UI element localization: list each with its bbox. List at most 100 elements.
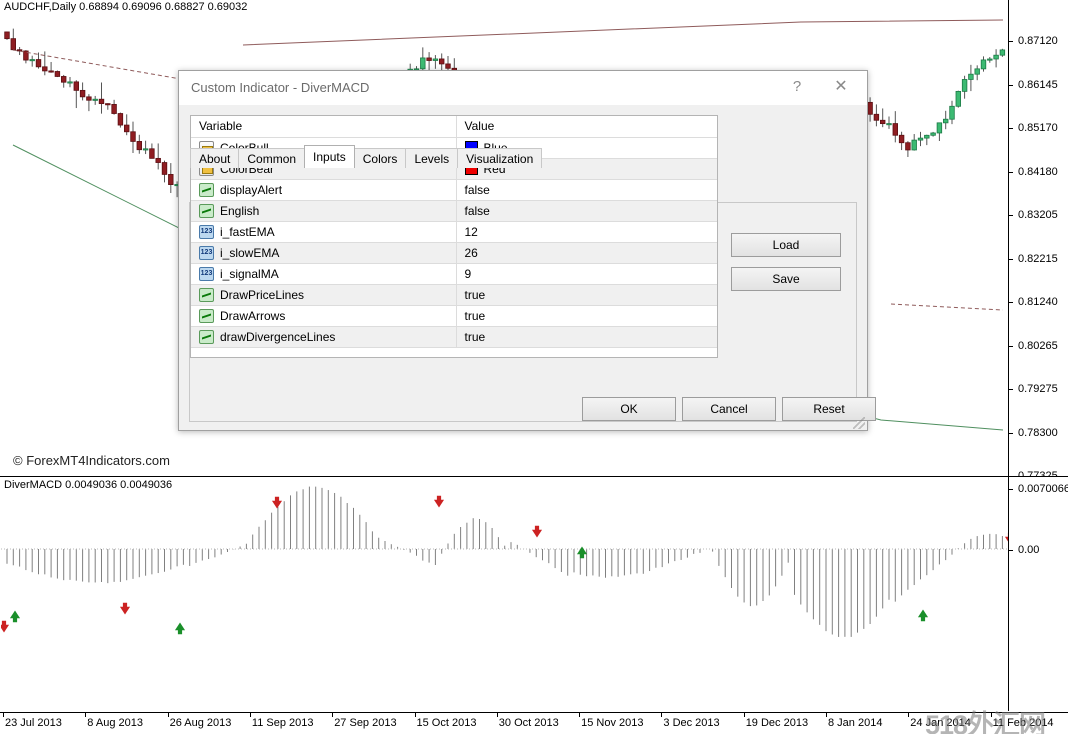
resize-grip[interactable]: [853, 417, 865, 429]
time-tick-mark: [332, 713, 333, 717]
time-tick-mark: [661, 713, 662, 717]
parameter-name-cell[interactable]: 123i_slowEMA: [191, 242, 456, 263]
parameter-name: DrawPriceLines: [220, 288, 304, 302]
table-row[interactable]: 123i_fastEMA 12: [191, 221, 717, 242]
parameter-name-cell[interactable]: DrawPriceLines: [191, 284, 456, 305]
table-row[interactable]: DrawArrows true: [191, 305, 717, 326]
mt4-terminal-window: AUDCHF,Daily 0.68894 0.69096 0.68827 0.6…: [0, 0, 1068, 734]
parameter-value: 26: [465, 246, 478, 260]
symbol-period-label: AUDCHF,Daily 0.68894 0.69096 0.68827 0.6…: [4, 1, 247, 13]
time-tick-mark: [3, 713, 4, 717]
column-header-value[interactable]: Value: [456, 116, 717, 137]
parameter-value-cell[interactable]: false: [456, 179, 717, 200]
time-tick-mark: [250, 713, 251, 717]
price-tick-label: 0.86145: [1009, 79, 1058, 91]
table-row[interactable]: displayAlert false: [191, 179, 717, 200]
parameter-value: true: [465, 309, 486, 323]
macd-arrow-down: [273, 497, 282, 508]
parameter-value-cell[interactable]: 12: [456, 221, 717, 242]
macd-tick-label: 0.0070066: [1009, 483, 1068, 495]
cancel-button[interactable]: Cancel: [682, 397, 776, 421]
save-button[interactable]: Save: [731, 267, 841, 291]
time-tick-mark: [497, 713, 498, 717]
tab-levels[interactable]: Levels: [405, 148, 458, 168]
parameter-value-cell[interactable]: true: [456, 305, 717, 326]
table-row[interactable]: 123i_signalMA 9: [191, 263, 717, 284]
parameter-name: drawDivergenceLines: [220, 330, 335, 344]
price-tick-label: 0.77325: [1009, 470, 1058, 477]
macd-arrow-down: [435, 496, 444, 507]
parameter-name-cell[interactable]: 123i_signalMA: [191, 263, 456, 284]
time-tick-label: 8 Aug 2013: [87, 717, 143, 729]
macd-tick-label: 0.00: [1009, 544, 1039, 556]
parameter-name-cell[interactable]: drawDivergenceLines: [191, 326, 456, 347]
table-row[interactable]: DrawPriceLines true: [191, 284, 717, 305]
copyright-label: © ForexMT4Indicators.com: [13, 453, 170, 468]
ok-button[interactable]: OK: [582, 397, 676, 421]
close-icon[interactable]: ✕: [819, 71, 863, 101]
table-row[interactable]: 123i_slowEMA 26: [191, 242, 717, 263]
parameter-value-cell[interactable]: 26: [456, 242, 717, 263]
time-tick-label: 30 Oct 2013: [499, 717, 559, 729]
parameter-name-cell[interactable]: 123i_fastEMA: [191, 221, 456, 242]
help-icon[interactable]: ?: [775, 71, 819, 101]
time-tick-mark: [908, 713, 909, 717]
tab-visualization[interactable]: Visualization: [457, 148, 542, 168]
parameter-value: true: [465, 288, 486, 302]
macd-indicator-label: DiverMACD 0.0049036 0.0049036: [4, 479, 172, 491]
macd-histogram-layer: [1, 477, 1009, 711]
bool-param-icon: [199, 204, 214, 218]
parameter-value-cell[interactable]: true: [456, 326, 717, 347]
price-tick-label: 0.80265: [1009, 340, 1058, 352]
tab-colors[interactable]: Colors: [354, 148, 407, 168]
parameter-value: 9: [465, 267, 472, 281]
time-scale-axis[interactable]: 23 Jul 2013 8 Aug 2013 26 Aug 2013 11 Sep 2…: [0, 712, 1068, 734]
time-tick-label: 11 Sep 2013: [252, 717, 314, 729]
price-tick-label: 0.85170: [1009, 122, 1058, 134]
time-tick-label: 23 Jul 2013: [5, 717, 62, 729]
time-tick-mark: [579, 713, 580, 717]
parameter-name-cell[interactable]: displayAlert: [191, 179, 456, 200]
time-tick-label: 26 Aug 2013: [170, 717, 232, 729]
load-button[interactable]: Load: [731, 233, 841, 257]
macd-arrow-up: [578, 547, 587, 558]
parameter-name-cell[interactable]: English: [191, 200, 456, 221]
time-tick-label: 15 Oct 2013: [417, 717, 477, 729]
parameter-value-cell[interactable]: true: [456, 284, 717, 305]
time-tick-label: 8 Jan 2014: [828, 717, 882, 729]
macd-arrow-down: [533, 526, 542, 537]
custom-indicator-dialog[interactable]: Custom Indicator - DiverMACD ? ✕ AboutCo…: [178, 70, 868, 431]
dialog-titlebar[interactable]: Custom Indicator - DiverMACD ? ✕: [179, 71, 867, 105]
price-tick-label: 0.78300: [1009, 427, 1058, 439]
parameter-name: displayAlert: [220, 183, 282, 197]
parameter-name: i_signalMA: [220, 267, 279, 281]
time-tick-label: 11 Feb 2014: [993, 717, 1054, 729]
price-scale-axis[interactable]: 0.871200.861450.851700.841800.832050.822…: [1009, 0, 1068, 476]
time-tick-mark: [415, 713, 416, 717]
parameters-table-body: ColorBullBlueColorBearReddisplayAlertfal…: [191, 137, 717, 347]
macd-plot[interactable]: DiverMACD 0.0049036 0.0049036: [1, 477, 1009, 711]
parameter-value: false: [465, 183, 490, 197]
macd-arrow-up: [919, 610, 928, 621]
price-tick-label: 0.87120: [1009, 35, 1058, 47]
parameter-name-cell[interactable]: DrawArrows: [191, 305, 456, 326]
column-header-variable[interactable]: Variable: [191, 116, 456, 137]
macd-indicator-pane[interactable]: DiverMACD 0.0049036 0.0049036 0.00700660…: [0, 477, 1068, 712]
bool-param-icon: [199, 309, 214, 323]
time-tick-mark: [826, 713, 827, 717]
tab-common[interactable]: Common: [238, 148, 305, 168]
table-row[interactable]: Englishfalse: [191, 200, 717, 221]
parameters-table-head: Variable Value: [191, 116, 717, 137]
parameter-value-cell[interactable]: 9: [456, 263, 717, 284]
time-tick-mark: [991, 713, 992, 717]
tab-inputs[interactable]: Inputs: [304, 145, 355, 168]
parameter-value-cell[interactable]: false: [456, 200, 717, 221]
macd-scale-axis[interactable]: 0.0070066 0.00: [1009, 477, 1068, 712]
time-tick-label: 19 Dec 2013: [746, 717, 808, 729]
dialog-tabstrip[interactable]: AboutCommonInputsColorsLevelsVisualizati…: [190, 147, 541, 168]
table-row[interactable]: drawDivergenceLines true: [191, 326, 717, 347]
parameter-value: 12: [465, 225, 478, 239]
time-tick-label: 15 Nov 2013: [581, 717, 643, 729]
table-header-row: Variable Value: [191, 116, 717, 137]
tab-about[interactable]: About: [190, 148, 239, 168]
